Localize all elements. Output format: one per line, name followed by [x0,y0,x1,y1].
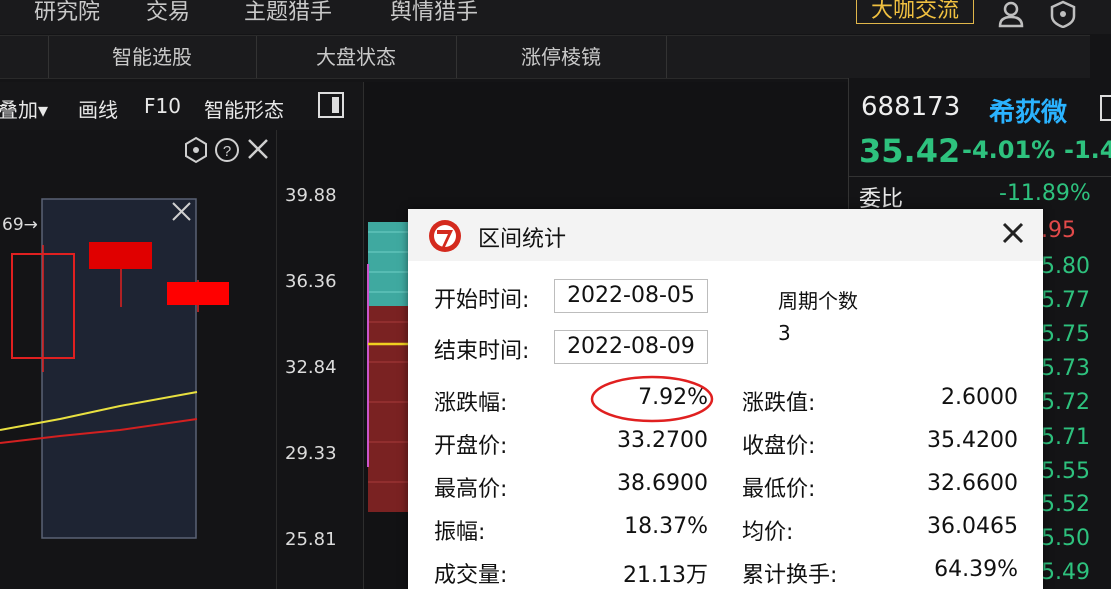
order-price: 5.75 [1041,322,1090,347]
stat-label-high: 最高价: [434,477,508,502]
highlight-ellipse [590,375,714,423]
close-icon[interactable] [1001,221,1025,245]
help-icon[interactable]: ? [215,138,239,162]
chip-bars-loss [368,306,412,512]
order-price: .95 [1041,218,1076,243]
stat-label-change-pct: 涨跌幅: [434,391,508,416]
y-tick: 29.33 [285,443,337,464]
stat-label-amplitude: 振幅: [434,520,486,545]
end-date-field[interactable]: 2022-08-09 [554,330,708,364]
price-axis: 39.88 36.36 32.84 29.33 25.81 [276,130,364,589]
stat-label-avg-price: 均价: [742,520,794,545]
period-count-value: 3 [778,321,791,345]
weibi-row: 委比 -11.89% [849,176,1111,213]
stat-label-turnover: 累计换手: [742,563,838,588]
shield-icon[interactable] [1048,0,1078,28]
divider [666,36,667,78]
overlay-dropdown[interactable]: 叠加▾ [0,94,48,123]
y-tick: 32.84 [285,357,337,378]
tab-smart-select[interactable]: 智能选股 [48,36,256,78]
panel-toggle-icon[interactable] [1100,95,1111,121]
kline-chart[interactable]: ? 69→ [0,130,276,589]
user-icon[interactable] [996,0,1026,28]
order-price: 5.50 [1041,526,1090,551]
daka-button[interactable]: 大咖交流 [856,0,974,24]
stock-code: 688173 [861,92,961,122]
change-percent: -4.01% [962,136,1056,164]
stat-label-open: 开盘价: [434,434,508,459]
start-time-label: 开始时间: [434,288,530,313]
stat-label-change-value: 涨跌值: [742,391,816,416]
stat-label-volume: 成交量: [434,563,508,588]
nav-theme-hunter[interactable]: 主题猎手 [244,0,332,26]
svg-text:?: ? [223,143,231,160]
order-price: 5.77 [1041,288,1090,313]
smart-pattern-button[interactable]: 智能形态 [204,94,284,123]
period-count-label: 周期个数 [778,289,858,313]
nav-research[interactable]: 研究院 [34,0,100,26]
top-nav: 研究院 交易 主题猎手 舆情猎手 大咖交流 [0,0,1111,34]
y-tick: 25.81 [285,529,337,550]
stock-name[interactable]: 希荻微 [989,92,1067,129]
stat-value-volume: 21.13万 [623,563,708,588]
stat-value-close: 35.4200 [927,428,1018,453]
y-tick: 36.36 [285,271,337,292]
chart-annotation: 69→ [2,215,38,235]
draw-line-button[interactable]: 画线 [78,94,118,123]
nav-trade[interactable]: 交易 [146,0,190,26]
tab-limit-up-prism[interactable]: 涨停棱镜 [456,36,666,78]
stat-value-high: 38.6900 [617,471,708,496]
dialog-title: 区间统计 [478,227,567,252]
app-logo-icon [429,220,461,252]
start-date-field[interactable]: 2022-08-05 [554,279,708,313]
order-price: 5.80 [1041,254,1090,279]
stat-value-avg-price: 36.0465 [927,514,1018,539]
order-price: 5.52 [1041,492,1090,517]
stat-value-change-value: 2.6000 [941,385,1018,410]
y-tick: 39.88 [285,185,337,206]
order-price: 5.71 [1041,425,1090,450]
f10-button[interactable]: F10 [144,94,181,118]
nav-sentiment-hunter[interactable]: 舆情猎手 [390,0,478,26]
range-stats-dialog: 区间统计 开始时间: 2022-08-05 结束时间: 2022-08-09 周… [408,209,1043,589]
sub-nav: 智能选股 大盘状态 涨停棱镜 [0,35,1090,79]
stat-value-open: 33.2700 [617,428,708,453]
stat-value-low: 32.6600 [927,471,1018,496]
tab-market-status[interactable]: 大盘状态 [256,36,456,78]
order-price: 5.73 [1041,356,1090,381]
change-value: -1.4 [1064,136,1111,164]
hexagon-settings-icon[interactable] [185,136,207,164]
end-time-label: 结束时间: [434,339,530,364]
chart-toolbar: 叠加▾ 画线 F10 智能形态 [0,82,363,130]
order-price: 5.55 [1041,459,1090,484]
weibi-value: -11.89% [999,181,1091,206]
stat-label-close: 收盘价: [742,434,816,459]
dialog-title-bar[interactable]: 区间统计 [408,209,1043,261]
order-price: 5.49 [1041,560,1090,585]
chip-bars-profit [368,222,412,306]
stat-label-low: 最低价: [742,477,816,502]
close-icon[interactable] [248,139,268,159]
order-price: 5.72 [1041,390,1090,415]
stat-value-amplitude: 18.37% [624,514,708,539]
last-price: 35.42 [859,132,961,170]
stat-value-turnover: 64.39% [934,557,1018,582]
split-view-icon[interactable] [318,92,344,118]
